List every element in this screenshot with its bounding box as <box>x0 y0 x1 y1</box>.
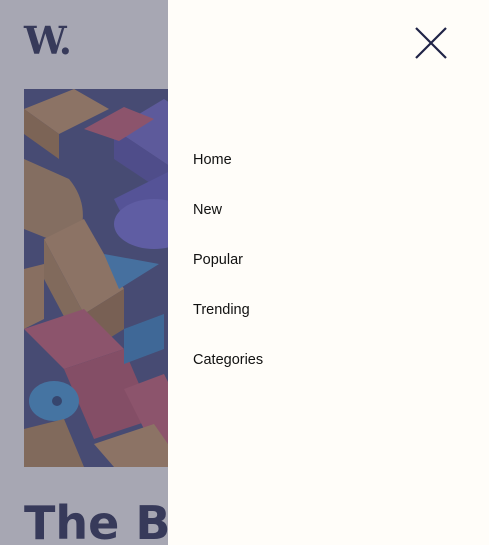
nav-item-trending[interactable]: Trending <box>193 300 263 350</box>
page: W. <box>0 0 489 545</box>
nav-menu: Home New Popular Trending Categories <box>193 150 263 400</box>
nav-item-home[interactable]: Home <box>193 150 263 200</box>
nav-item-new[interactable]: New <box>193 200 263 250</box>
navigation-drawer: Home New Popular Trending Categories <box>168 0 489 545</box>
nav-item-popular[interactable]: Popular <box>193 250 263 300</box>
nav-item-categories[interactable]: Categories <box>193 350 263 400</box>
close-icon[interactable] <box>414 26 448 60</box>
